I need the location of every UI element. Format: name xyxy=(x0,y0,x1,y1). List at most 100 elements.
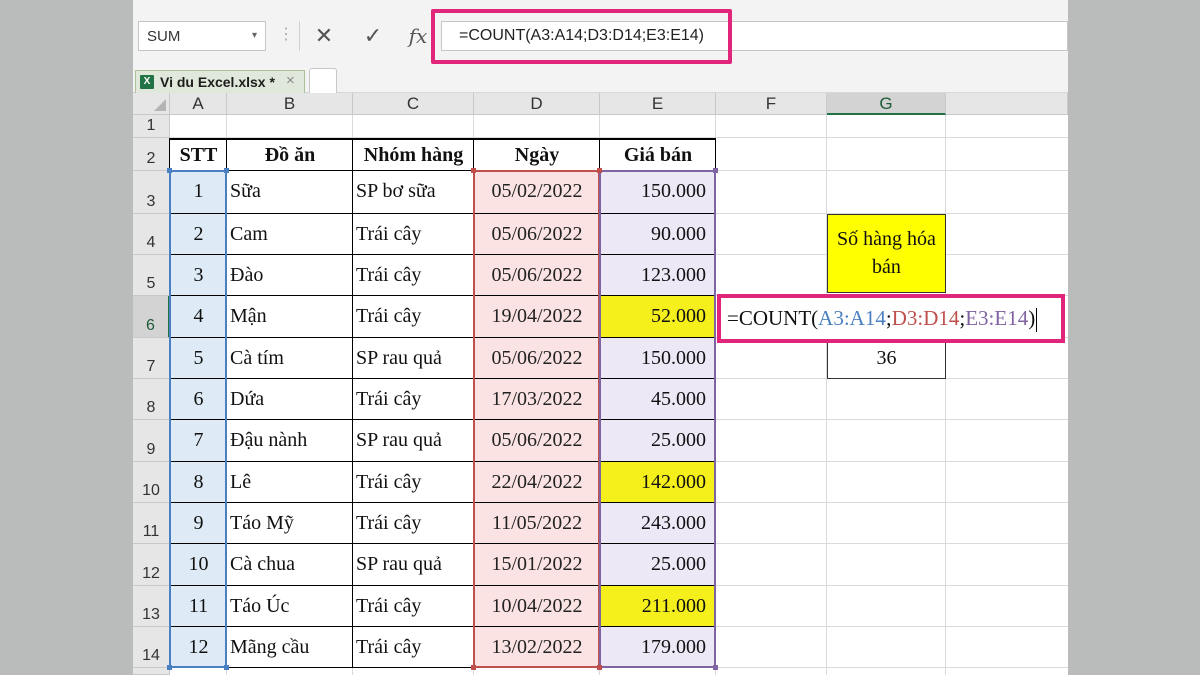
column-title-5: Giá bán xyxy=(623,144,693,166)
workbook-tab[interactable]: X Vi du Excel.xlsx * × xyxy=(135,70,305,93)
formula-part-suffix: ) xyxy=(1028,306,1036,330)
cancel-icon[interactable]: ✕ xyxy=(309,22,339,50)
row-number: 8 xyxy=(146,399,156,416)
group-cell[interactable]: Trái cây xyxy=(353,296,474,338)
summary-label-line1: Số hàng hóa xyxy=(837,228,936,250)
group-cell[interactable]: Trái cây xyxy=(353,503,474,544)
formula-part-ref-d: D3:D14 xyxy=(891,306,960,330)
range-handle[interactable] xyxy=(224,665,229,670)
column-title-2: Đồ ăn xyxy=(264,144,316,166)
row-header-8[interactable]: 8 xyxy=(133,379,170,420)
range-outline-d3-d14 xyxy=(473,170,600,668)
row-header-4[interactable]: 4 xyxy=(133,214,170,255)
workbook-tab-name: Vi du Excel.xlsx * xyxy=(160,74,275,90)
food-cell[interactable]: Dứa xyxy=(227,379,353,420)
name-box-value: SUM xyxy=(147,28,181,45)
row-header-9[interactable]: 9 xyxy=(133,420,170,462)
enter-icon[interactable]: ✓ xyxy=(358,22,388,50)
row-header-6[interactable]: 6 xyxy=(133,296,170,338)
gridline-vertical xyxy=(945,115,946,675)
range-handle[interactable] xyxy=(597,665,602,670)
formula-bar: SUM ▾ ⋮ ✕ ✓ fx =COUNT(A3:A14;D3:D14;E3:E… xyxy=(133,0,1068,68)
food-cell[interactable]: Mận xyxy=(227,296,353,338)
summary-result-cell[interactable]: 36 xyxy=(827,338,946,379)
row-number: 13 xyxy=(142,606,160,623)
insert-function-icon[interactable]: fx xyxy=(403,22,433,50)
column-header-e[interactable]: E xyxy=(600,93,716,115)
formula-part-prefix: =COUNT( xyxy=(727,306,819,330)
range-handle[interactable] xyxy=(471,168,476,173)
row-number: 2 xyxy=(146,150,156,167)
group-cell[interactable]: SP rau quả xyxy=(353,544,474,586)
row-header-1[interactable]: 1 xyxy=(133,115,170,138)
group-cell[interactable]: SP rau quả xyxy=(353,338,474,379)
new-tab-button[interactable] xyxy=(309,68,337,93)
group-cell[interactable]: Trái cây xyxy=(353,462,474,503)
range-handle[interactable] xyxy=(167,665,172,670)
column-title-3: Nhóm hàng xyxy=(363,144,464,166)
formula-part-ref-a: A3:A14 xyxy=(818,306,886,330)
food-cell[interactable]: Cà tím xyxy=(227,338,353,379)
food-cell[interactable]: Đào xyxy=(227,255,353,296)
excel-window: SUM ▾ ⋮ ✕ ✓ fx =COUNT(A3:A14;D3:D14;E3:E… xyxy=(133,0,1068,675)
row-header-12[interactable]: 12 xyxy=(133,544,170,586)
food-cell[interactable]: Sữa xyxy=(227,171,353,214)
food-cell[interactable]: Táo Mỹ xyxy=(227,503,353,544)
column-header-a[interactable]: A xyxy=(170,93,227,115)
range-handle[interactable] xyxy=(597,168,602,173)
formula-part-ref-e: E3:E14 xyxy=(965,306,1029,330)
row-number: 3 xyxy=(146,193,156,210)
group-cell[interactable]: Trái cây xyxy=(353,255,474,296)
summary-label-cell[interactable]: Số hàng hóa bán xyxy=(827,214,946,293)
group-cell[interactable]: Trái cây xyxy=(353,379,474,420)
spreadsheet-grid[interactable]: A B C D E F G 1 2 3 4 5 6 7 8 9 10 11 12 13 14 STT Đồ ăn Nhóm h… xyxy=(133,93,1068,675)
formula-bar-divider xyxy=(299,21,300,51)
row-header-10[interactable]: 10 xyxy=(133,462,170,503)
workbook-tab-strip: X Vi du Excel.xlsx * × xyxy=(133,68,1068,93)
food-cell[interactable]: Cam xyxy=(227,214,353,255)
group-cell[interactable]: Trái cây xyxy=(353,627,474,668)
row-header-5[interactable]: 5 xyxy=(133,255,170,296)
row-header-11[interactable]: 11 xyxy=(133,503,170,544)
food-cell[interactable]: Cà chua xyxy=(227,544,353,586)
group-cell[interactable]: SP bơ sữa xyxy=(353,171,474,214)
drag-handle-icon[interactable]: ⋮ xyxy=(278,24,294,44)
name-box[interactable]: SUM ▾ xyxy=(138,21,266,51)
row-header-14[interactable]: 14 xyxy=(133,627,170,668)
formula-highlight-box xyxy=(431,9,732,64)
column-header-g[interactable]: G xyxy=(827,93,946,115)
row-header-3[interactable]: 3 xyxy=(133,171,170,214)
in-cell-formula-editor[interactable]: =COUNT(A3:A14;D3:D14;E3:E14) xyxy=(717,294,1065,343)
range-handle[interactable] xyxy=(471,665,476,670)
column-header-b[interactable]: B xyxy=(227,93,353,115)
food-cell[interactable]: Đậu nành xyxy=(227,420,353,462)
summary-label-line2: bán xyxy=(872,256,901,278)
column-header-f[interactable]: F xyxy=(716,93,827,115)
text-cursor xyxy=(1036,308,1038,333)
column-title-4: Ngày xyxy=(514,144,560,166)
row-number: 12 xyxy=(142,565,160,582)
select-all-corner[interactable] xyxy=(133,93,170,115)
range-handle[interactable] xyxy=(713,168,718,173)
group-cell[interactable]: Trái cây xyxy=(353,214,474,255)
group-cell[interactable]: Trái cây xyxy=(353,586,474,627)
range-handle[interactable] xyxy=(713,665,718,670)
row-header-2[interactable]: 2 xyxy=(133,138,170,171)
column-header-d[interactable]: D xyxy=(474,93,600,115)
row-number: 10 xyxy=(142,482,160,499)
row-number: 14 xyxy=(142,647,160,664)
gridline-vertical xyxy=(826,115,827,675)
group-cell[interactable]: SP rau quả xyxy=(353,420,474,462)
range-handle[interactable] xyxy=(224,168,229,173)
food-cell[interactable]: Mãng cầu xyxy=(227,627,353,668)
row-header-7[interactable]: 7 xyxy=(133,338,170,379)
close-icon[interactable]: × xyxy=(286,72,295,89)
food-cell[interactable]: Lê xyxy=(227,462,353,503)
chevron-down-icon[interactable]: ▾ xyxy=(252,30,257,41)
food-cell[interactable]: Táo Úc xyxy=(227,586,353,627)
row-header-next[interactable] xyxy=(133,668,170,675)
range-handle[interactable] xyxy=(167,168,172,173)
row-header-13[interactable]: 13 xyxy=(133,586,170,627)
column-header-c[interactable]: C xyxy=(353,93,474,115)
row-number: 5 xyxy=(146,275,156,292)
